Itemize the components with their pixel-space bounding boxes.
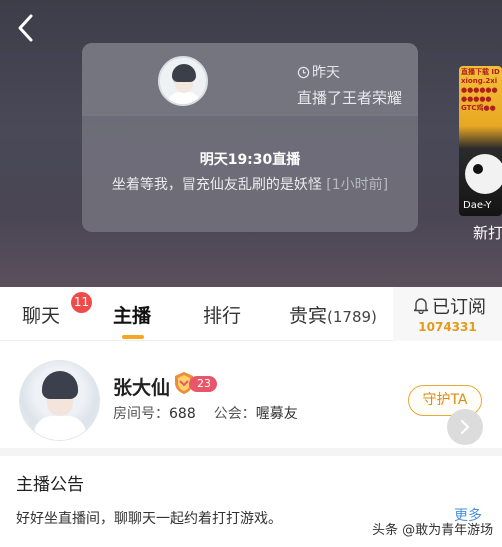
next-card-thumbnail[interactable]: 直播下载 ID xiong.2xi ●●●●●● ●●●●● GTC鸡●● Da…: [459, 66, 502, 216]
tab-rank[interactable]: 排行: [203, 301, 241, 328]
host-name: 张大仙: [113, 377, 171, 399]
back-button[interactable]: [12, 12, 40, 44]
tab-host[interactable]: 主播: [113, 301, 151, 328]
tab-vip-count: (1789): [327, 308, 377, 326]
announcement-body: 好好坐直播间，聊聊天一起约着打打游戏。: [16, 511, 282, 527]
card-avatar: [158, 56, 208, 106]
guild-label: 公会：: [213, 406, 256, 422]
card-divider: [82, 115, 418, 116]
host-profile: 张大仙 23 房间号：688 公会：喔募友 守护TA: [0, 342, 502, 456]
room-number: 688: [169, 406, 196, 422]
active-tab-indicator: [122, 335, 144, 339]
peek-top-text: 直播下载 ID xiong.2xi ●●●●●● ●●●●● GTC鸡●●: [461, 68, 500, 112]
next-button[interactable]: [447, 409, 483, 445]
card-time-text: 昨天: [312, 65, 340, 81]
avatar[interactable]: [19, 360, 100, 441]
tab-vip-label: 贵宾: [289, 305, 328, 327]
message-text: 坐着等我，冒充仙友乱刷的是妖怪: [111, 177, 322, 193]
watermark: 头条 @敢为青年游场: [372, 523, 494, 538]
panda-image: [465, 154, 502, 194]
chevron-left-icon: [18, 14, 33, 42]
bell-icon: [413, 298, 429, 314]
peek-overlay-text: Dae-Y: [463, 200, 492, 211]
chat-unread-badge: 11: [71, 292, 92, 313]
guild-name: 喔募友: [255, 406, 298, 422]
message-ago: [1小时前]: [326, 177, 389, 193]
hero-section: 昨天 直播了王者荣耀 明天19:30直播 坐着等我，冒充仙友乱刷的是妖怪 [1小…: [0, 0, 502, 287]
schedule-message: 坐着等我，冒充仙友乱刷的是妖怪 [1小时前]: [82, 174, 418, 194]
next-card-label: 新打: [473, 224, 502, 242]
card-time: 昨天: [297, 62, 340, 82]
room-label: 房间号：: [113, 406, 169, 422]
schedule-card[interactable]: 昨天 直播了王者荣耀 明天19:30直播 坐着等我，冒充仙友乱刷的是妖怪 [1小…: [82, 43, 418, 232]
announcement-title: 主播公告: [16, 475, 84, 495]
schedule-title: 明天19:30直播: [199, 152, 301, 168]
subscriber-count: 1074331: [418, 320, 477, 334]
subscribe-label: 已订阅: [432, 297, 486, 318]
level-badge: 23: [173, 371, 217, 394]
clock-icon: [297, 66, 310, 78]
chevron-right-icon: [460, 419, 470, 435]
tab-chat[interactable]: 聊天: [22, 301, 60, 328]
panda-eye: [473, 164, 483, 174]
subscribe-button[interactable]: 已订阅 1074331: [393, 287, 502, 341]
host-meta: 房间号：688 公会：喔募友: [113, 403, 298, 423]
tab-vip[interactable]: 贵宾(1789): [289, 301, 377, 328]
card-subtitle: 直播了王者荣耀: [297, 89, 403, 107]
level-number: 23: [189, 376, 217, 392]
